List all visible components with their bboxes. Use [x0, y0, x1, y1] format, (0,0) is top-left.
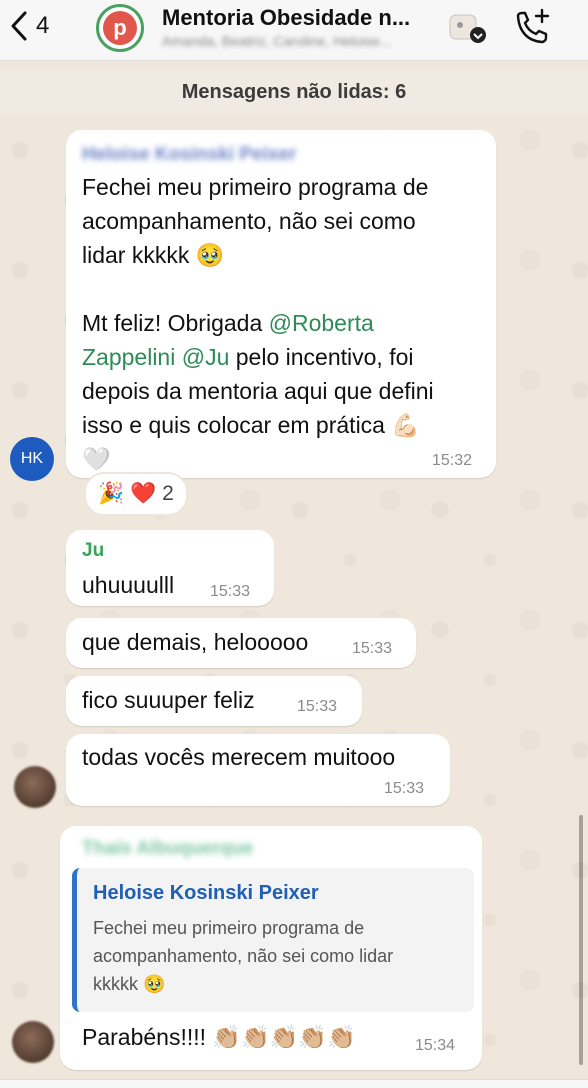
group-participants: Amanda, Beatriz, Caroline, Heloise...	[162, 33, 392, 49]
message-bubble[interactable]: Ju uhuuuulll 15:33	[66, 530, 274, 606]
sender-name: Heloise Kosinski Peixer	[82, 144, 297, 165]
quoted-line: Fechei meu primeiro programa de	[93, 918, 365, 938]
chat-title[interactable]: Mentoria Obesidade n...	[162, 5, 410, 31]
scrollbar[interactable]	[579, 815, 583, 1065]
message-bubble[interactable]: que demais, helooooo 15:33	[66, 618, 416, 668]
message-timestamp: 15:33	[297, 698, 338, 715]
message-line: depois da mentoria aqui que defini	[82, 378, 434, 404]
mention-roberta-surname[interactable]: Zappelini	[82, 344, 175, 370]
message-timestamp: 15:33	[210, 583, 251, 600]
unread-chats-count: 4	[36, 12, 50, 39]
quoted-message[interactable]: Heloise Kosinski Peixer Fechei meu prime…	[72, 868, 474, 1012]
group-logo: p	[103, 11, 137, 45]
sender-name: Ju	[82, 540, 105, 561]
message-text: que demais, helooooo	[82, 629, 309, 655]
quoted-line: acompanhamento, não sei como lidar	[93, 946, 394, 966]
avatar[interactable]	[14, 766, 56, 808]
group-avatar[interactable]: p	[96, 4, 144, 52]
sender-name: Thaís Albuquerque	[82, 838, 254, 859]
back-button[interactable]: 4	[10, 8, 49, 44]
message-line: acompanhamento, não sei como	[82, 208, 416, 234]
unread-messages-label: Mensagens não lidas: 6	[181, 80, 407, 103]
mention-ju[interactable]: @Ju	[182, 344, 230, 370]
message-text: fico suuuper feliz	[82, 687, 255, 713]
avatar[interactable]	[12, 1021, 54, 1063]
reaction-emojis: 🎉 ❤️	[98, 482, 157, 505]
message-line: 🤍	[82, 446, 111, 472]
message-text: Fechei meu primeiro programa de acompanh…	[82, 170, 492, 476]
add-call-button[interactable]	[512, 8, 552, 48]
message-line: Fechei meu primeiro programa de	[82, 174, 429, 200]
quoted-line: kkkkk 🥹	[93, 974, 166, 994]
message-line: isso e quis colocar em prática 💪🏻	[82, 412, 420, 438]
chevron-left-icon	[10, 11, 28, 41]
quoted-text: Fechei meu primeiro programa de acompanh…	[93, 914, 463, 998]
chat-header: 4 p Mentoria Obesidade n... Amanda, Beat…	[0, 0, 588, 61]
message-bubble[interactable]: todas vocês merecem muitooo 15:33	[66, 734, 450, 806]
unread-messages-banner: Mensagens não lidas: 6	[0, 70, 588, 114]
reactions-pill[interactable]: 🎉 ❤️ 2	[84, 472, 188, 516]
message-timestamp: 15:34	[415, 1037, 456, 1054]
message-text: Parabéns!!!! 👏🏼👏🏼👏🏼👏🏼👏🏼	[82, 1024, 356, 1050]
avatar-initials: HK	[20, 450, 44, 467]
text-fragment: Mt feliz! Obrigada	[82, 310, 269, 336]
message-bubble[interactable]: Heloise Kosinski Peixer Fechei meu prime…	[66, 130, 496, 478]
avatar[interactable]: HK	[10, 437, 54, 481]
message-bubble[interactable]: fico suuuper feliz 15:33	[66, 676, 362, 726]
message-text: todas vocês merecem muitooo	[82, 744, 396, 770]
video-call-button[interactable]	[448, 9, 488, 45]
message-timestamp: 15:32	[432, 452, 473, 469]
video-camera-icon	[448, 14, 488, 49]
message-line: Zappelini @Ju pelo incentivo, foi	[82, 340, 492, 374]
message-text: uhuuuulll	[82, 572, 175, 598]
text-fragment: pelo incentivo, foi	[229, 344, 414, 370]
quoted-sender-name: Heloise Kosinski Peixer	[93, 882, 319, 904]
message-line: Mt feliz! Obrigada @Roberta	[82, 306, 492, 340]
phone-plus-icon	[512, 8, 552, 52]
message-timestamp: 15:33	[384, 780, 425, 797]
message-line: lidar kkkkk 🥹	[82, 242, 225, 268]
reaction-count: 2	[162, 482, 174, 505]
message-timestamp: 15:33	[352, 640, 393, 657]
mention-roberta[interactable]: @Roberta	[269, 310, 374, 336]
